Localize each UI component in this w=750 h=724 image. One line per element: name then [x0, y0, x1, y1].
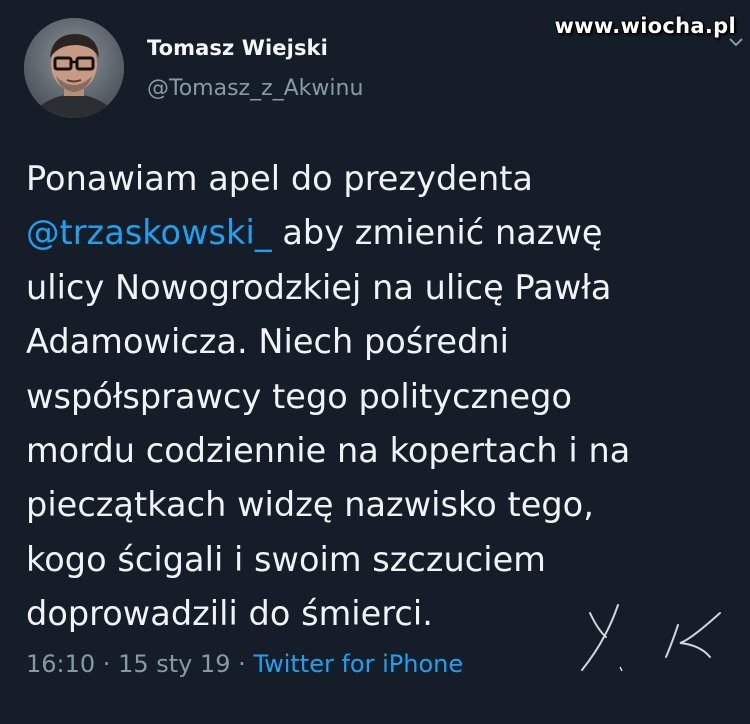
handwritten-scribble — [581, 604, 721, 672]
tweet-date[interactable]: 15 sty 19 — [118, 650, 230, 678]
tweet-line: ulicy Nowogrodzkiej na ulicę Pawła — [26, 267, 612, 307]
tweet-line: współsprawcy tego politycznego — [26, 376, 573, 416]
tweet-line: Ponawiam apel do prezydenta — [26, 159, 533, 198]
tweet-line-text: aby zmienić nazwę — [271, 213, 603, 253]
tweet-line: mordu codziennie na kopertach i na — [26, 431, 631, 471]
tweet-source[interactable]: Twitter for iPhone — [253, 650, 463, 678]
tweet-meta: 16:10 · 15 sty 19 · Twitter for iPhone — [26, 650, 463, 678]
mention-link[interactable]: @trzaskowski_ — [26, 213, 272, 252]
watermark: www.wiocha.pl — [554, 14, 736, 38]
tweet-line: @trzaskowski_ aby zmienić nazwę — [26, 206, 736, 260]
author-name[interactable]: Tomasz Wiejski — [147, 36, 328, 60]
tweet-line: pieczątkach widzę nazwisko tego, — [26, 485, 594, 525]
meta-separator: · — [95, 650, 119, 678]
tweet-time[interactable]: 16:10 — [26, 650, 95, 678]
meta-separator: · — [230, 650, 254, 678]
profile-photo-icon — [24, 18, 124, 118]
tweet-text: Ponawiam apel do prezydenta @trzaskowski… — [26, 152, 736, 642]
tweet-line: Adamowicza. Niech pośredni — [26, 322, 510, 362]
tweet-screenshot: Tomasz Wiejski @Tomasz_z_Akwinu www.wioc… — [0, 0, 750, 724]
tweet-line: kogo ścigali i swoim szczuciem — [26, 539, 546, 579]
chevron-down-icon[interactable] — [728, 36, 744, 48]
author-handle[interactable]: @Tomasz_z_Akwinu — [147, 76, 363, 101]
avatar[interactable] — [24, 18, 124, 118]
